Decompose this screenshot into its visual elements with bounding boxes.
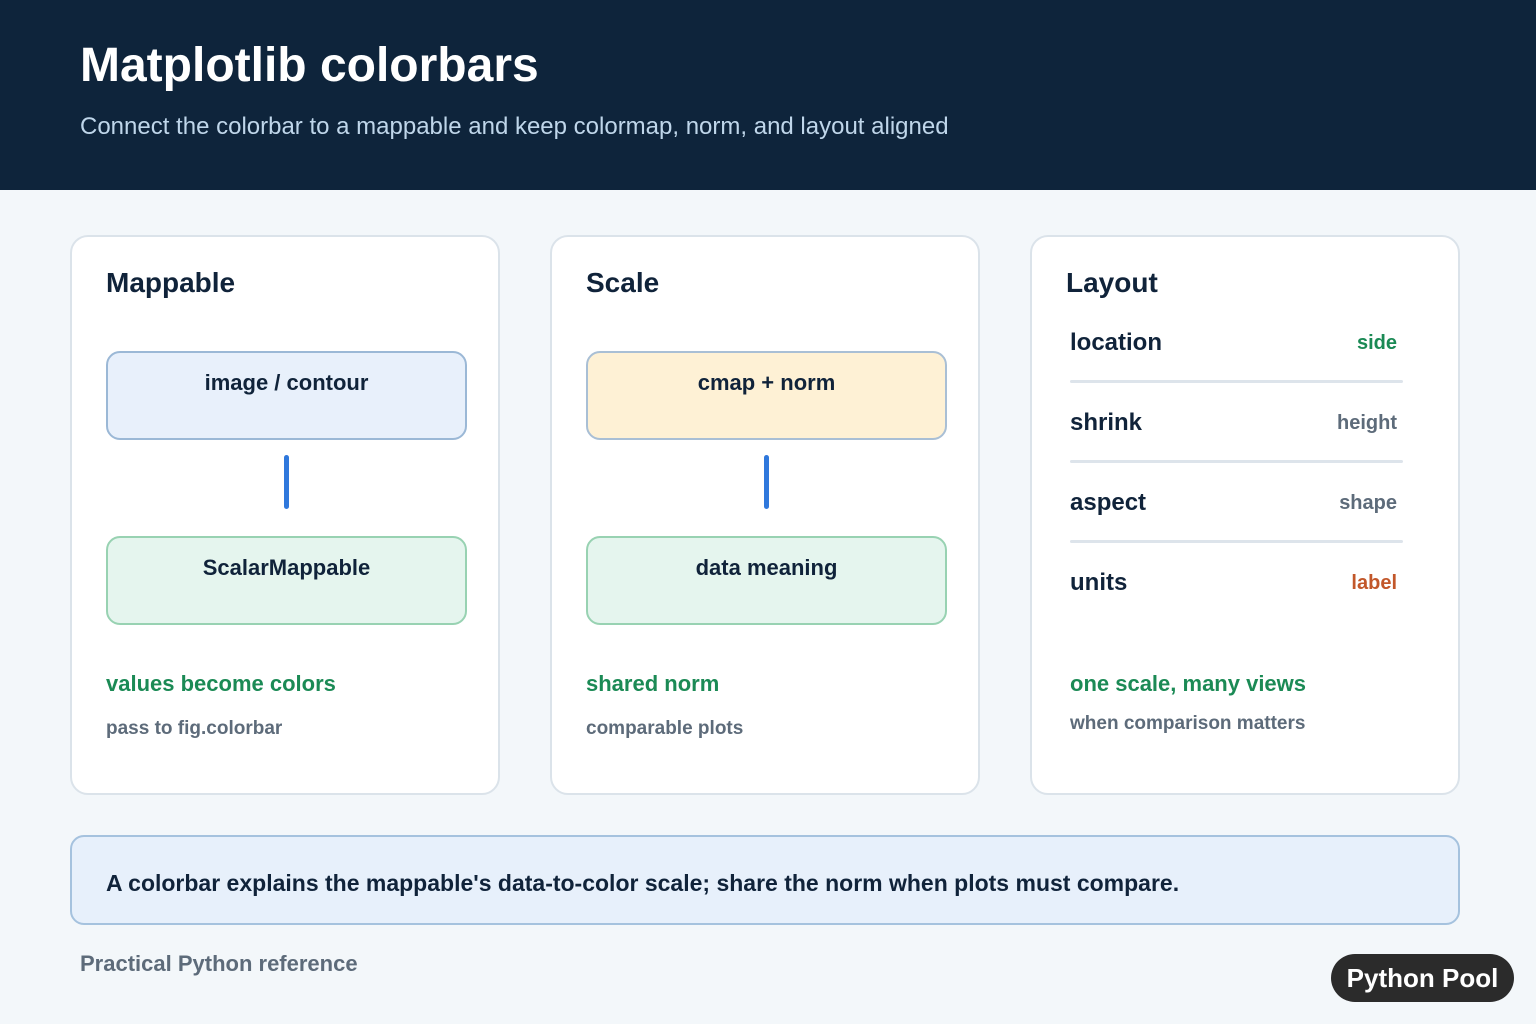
- layout-row-value: height: [1337, 412, 1397, 434]
- layout-row-units: units label: [1070, 569, 1403, 629]
- layout-divider: [1070, 460, 1403, 463]
- page-subtitle: Connect the colorbar to a mappable and k…: [80, 113, 949, 140]
- layout-row-value: shape: [1339, 492, 1397, 514]
- layout-detail-note: when comparison matters: [1070, 713, 1306, 734]
- layout-row-value: label: [1351, 572, 1397, 594]
- data-meaning-box: data meaning: [586, 536, 947, 625]
- layout-row-value: side: [1356, 332, 1397, 354]
- scale-card-title: Scale: [586, 267, 660, 298]
- scale-highlight-note: shared norm: [586, 671, 720, 696]
- layout-row-key: aspect: [1070, 489, 1147, 516]
- header-banner: Matplotlib colorbars Connect the colorba…: [0, 0, 1536, 190]
- mappable-card-title: Mappable: [106, 267, 236, 298]
- mappable-detail-note: pass to fig.colorbar: [106, 718, 283, 739]
- summary-callout: A colorbar explains the mappable's data-…: [70, 835, 1460, 925]
- layout-divider: [1070, 540, 1403, 543]
- layout-row-key: location: [1070, 329, 1163, 356]
- scale-detail-note: comparable plots: [586, 718, 744, 739]
- mappable-card: Mappable image / contour ScalarMappable …: [70, 235, 500, 795]
- footer-caption: Practical Python reference: [80, 951, 358, 976]
- layout-card: Layout location side shrink height aspec…: [1030, 235, 1460, 795]
- layout-row-key: units: [1070, 569, 1128, 596]
- page-title: Matplotlib colorbars: [80, 39, 539, 92]
- mappable-highlight-note: values become colors: [106, 671, 336, 696]
- summary-callout-text: A colorbar explains the mappable's data-…: [106, 870, 1180, 896]
- mappable-connector-line: [284, 455, 289, 509]
- layout-highlight-note: one scale, many views: [1070, 671, 1307, 696]
- layout-divider: [1070, 380, 1403, 383]
- layout-card-title: Layout: [1066, 267, 1158, 298]
- cmap-norm-box: cmap + norm: [586, 351, 947, 440]
- scale-card: Scale cmap + norm data meaning shared no…: [550, 235, 980, 795]
- scale-connector-line: [764, 455, 769, 509]
- scalarmappable-box: ScalarMappable: [106, 536, 467, 625]
- python-pool-logo: Python Pool: [1331, 954, 1514, 1002]
- layout-row-key: shrink: [1070, 409, 1143, 436]
- image-contour-box: image / contour: [106, 351, 467, 440]
